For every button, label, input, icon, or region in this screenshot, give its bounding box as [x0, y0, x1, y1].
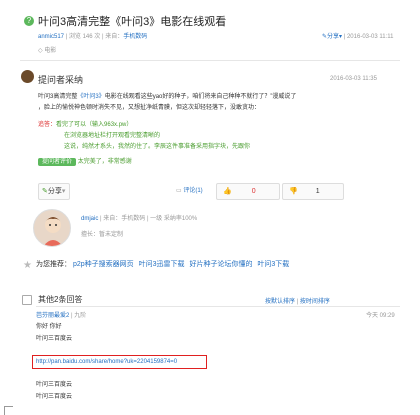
- question-meta: anmic517 | 浏览 146 次 | 来自：手机数码: [38, 34, 148, 40]
- recommend-link-2[interactable]: 叶问3迅雷下载: [139, 261, 185, 268]
- dislike-button[interactable]: 👎 1: [282, 183, 344, 200]
- recommend-link-3[interactable]: 好片种子论坛你懂的: [189, 261, 252, 268]
- thumbs-down-icon: 👎: [289, 188, 298, 195]
- tag-icon: ◇: [38, 48, 43, 54]
- other-answer-line-2: 叶问三百度云: [36, 336, 73, 342]
- other-answer-meta: 芭芬丽最爱2 | 九阶: [36, 313, 87, 319]
- answer-line-2: ，脸上的愉悦神色顿时消失不见，又想扯净纸青膜，但这次却轻轻落下，没敢贪功：: [38, 105, 261, 111]
- category-label: 来自：: [105, 34, 124, 40]
- recommend-link-4[interactable]: 叶问3下载: [257, 261, 289, 268]
- other-answer-line-1: 你好 你好: [36, 324, 62, 330]
- answer-inline-link[interactable]: 《叶问3》: [77, 94, 104, 100]
- other-answer-line-4: 叶问三百度云: [36, 394, 73, 400]
- comment-badge: 提问者评价: [38, 158, 77, 166]
- divider: [20, 60, 400, 61]
- share-link[interactable]: ✎分享▾: [322, 34, 342, 40]
- question-date: 2016-03-03 11:11: [346, 34, 394, 40]
- other-answer-time: 今天 09:29: [366, 313, 395, 319]
- asker-link[interactable]: anmic517: [38, 34, 64, 40]
- recommend-link-1[interactable]: p2p种子搜索器网页: [73, 261, 134, 268]
- share-button[interactable]: ✎分享▾: [38, 183, 70, 200]
- star-icon: ★: [23, 260, 32, 271]
- baidu-pan-link[interactable]: http://pan.baidu.com/share/home?uk=22041…: [36, 357, 177, 368]
- sort-default-link[interactable]: 按默认排序: [265, 299, 295, 305]
- medal-icon: [21, 70, 34, 83]
- asker-comment: 提问者评价 太完美了，非常感谢: [38, 157, 132, 168]
- question-icon: ?: [24, 16, 34, 26]
- comment-icon: ▭: [176, 188, 182, 194]
- like-button[interactable]: 👍 0: [216, 183, 280, 200]
- answerer-name[interactable]: dmjaic: [81, 216, 98, 222]
- divider: [36, 306, 400, 307]
- comments-link[interactable]: ▭ 评论(1): [176, 186, 203, 197]
- answerer-rank: 擅长：暂未定制: [81, 232, 124, 238]
- reply-line-2: 在浏览器地址栏打开观看完整清晰的: [64, 133, 161, 139]
- recommend-label: 为您推荐：: [36, 261, 71, 268]
- corner-mark: [4, 406, 13, 415]
- view-count: 浏览 146 次: [68, 34, 101, 40]
- other-answerer-link[interactable]: 芭芬丽最爱2: [36, 313, 69, 319]
- sort-options: 按默认排序 | 按时间排序: [265, 299, 330, 305]
- answerer-info: dmjaic | 来自：手机数码 | 一级 采纳率100%: [81, 216, 198, 222]
- other-answers-header: 其他2条回答: [38, 295, 83, 304]
- other-answer-line-3: 叶问三百度云: [36, 382, 73, 388]
- question-title: 叶问3高清完整《叶问3》电影在线观看: [38, 16, 227, 28]
- reply-label: 追答：: [38, 122, 57, 128]
- category-link[interactable]: 手机数码: [123, 34, 147, 40]
- best-answer-date: 2016-03-03 11:35: [330, 76, 377, 82]
- answers-list-icon: [22, 295, 32, 305]
- question-meta-right: ✎分享▾ | 2016-03-03 11:11: [322, 34, 394, 40]
- reply-line-1: 追答：看完了可以（输入963x.pw）: [38, 122, 133, 128]
- reply-line-3: 这说，纯然才系头，我然的住了。李辰这件事准备采用指字块，先跟你: [64, 144, 251, 150]
- avatar[interactable]: [33, 209, 71, 247]
- thumbs-up-icon: 👍: [223, 188, 232, 195]
- recommend-row: 为您推荐： p2p种子搜索器网页 叶问3迅雷下载 好片种子论坛你懂的 叶问3下载: [36, 259, 289, 270]
- question-tag[interactable]: ◇ 电影: [38, 45, 56, 54]
- sort-time-link[interactable]: 按时间排序: [300, 299, 330, 305]
- answer-line-1: 叶问3高清完整《叶问3》电影在线观看这些yao好的种子，咱们将来自己种种不就行了…: [38, 94, 297, 100]
- best-answer-header: 提问者采纳: [38, 75, 84, 85]
